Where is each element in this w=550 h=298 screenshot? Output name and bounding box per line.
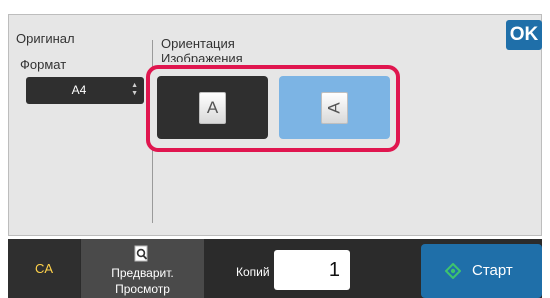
original-label: Оригинал: [16, 31, 75, 46]
copies-label: Копий: [236, 265, 270, 279]
portrait-page-icon: A: [199, 91, 226, 124]
format-select[interactable]: A4 ▲ ▼: [26, 77, 144, 104]
ca-button[interactable]: CA: [8, 239, 80, 298]
start-label: Старт: [472, 262, 513, 279]
start-button[interactable]: Старт: [421, 244, 542, 298]
orientation-portrait-button[interactable]: A: [157, 76, 268, 139]
format-label: Формат: [20, 57, 67, 72]
orientation-title: Ориентация Изображения: [161, 36, 243, 62]
preview-magnifier-icon: [134, 245, 150, 266]
preview-button[interactable]: Предварит. Просмотр: [81, 239, 204, 298]
select-arrows-icon: ▲ ▼: [131, 82, 138, 97]
start-diamond-icon: [444, 262, 462, 283]
copies-input[interactable]: 1: [274, 250, 350, 290]
format-value: A4: [71, 83, 87, 97]
landscape-page-icon: A: [321, 91, 348, 124]
copy-settings-screen: Оригинал Формат A4 ▲ ▼ Ориентация Изобра…: [0, 0, 550, 298]
orientation-landscape-button[interactable]: A: [279, 76, 390, 139]
ok-button[interactable]: OK: [506, 20, 542, 50]
